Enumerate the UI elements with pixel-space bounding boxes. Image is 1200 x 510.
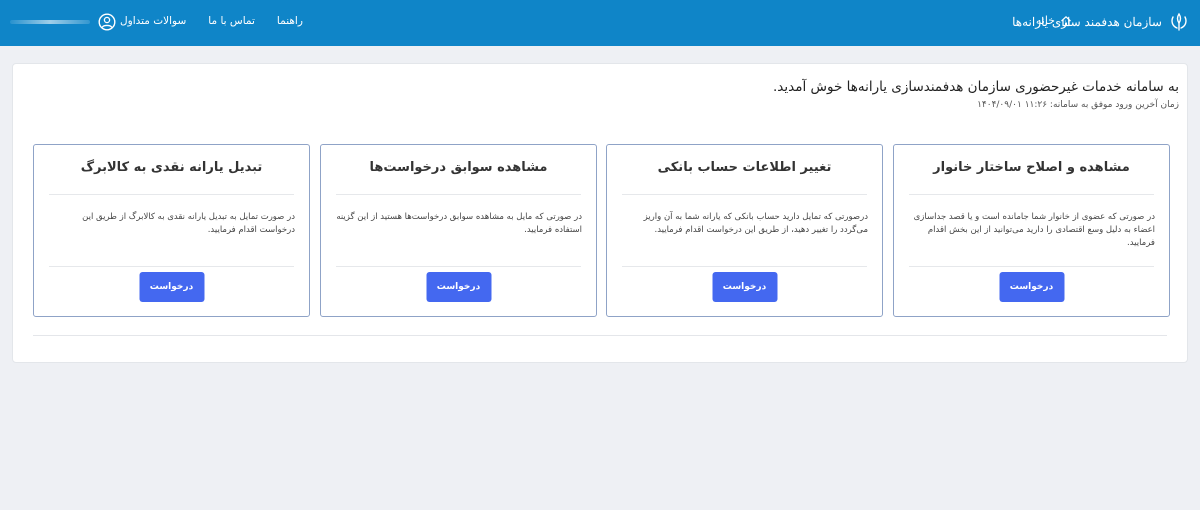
request-button-family-structure[interactable]: درخواست bbox=[999, 272, 1064, 302]
home-label: خانه bbox=[1035, 14, 1055, 27]
user-menu[interactable] bbox=[10, 13, 116, 31]
card-bank-account: تغییر اطلاعات حساب بانکی درصورتی که تمای… bbox=[606, 144, 883, 317]
card-title: مشاهده سوابق درخواست‌ها bbox=[369, 160, 548, 175]
top-navbar: سازمان هدفمند سازی یارانه‌ها خانه سوالات… bbox=[0, 0, 1200, 46]
card-divider bbox=[336, 266, 581, 267]
card-title: تغییر اطلاعات حساب بانکی bbox=[657, 160, 832, 175]
panel-divider bbox=[33, 335, 1167, 336]
card-title: تبدیل یارانه نقدی به کالابرگ bbox=[80, 160, 263, 175]
main-nav: سوالات متداول تماس با ما راهنما bbox=[120, 15, 303, 27]
request-button-request-history[interactable]: درخواست bbox=[426, 272, 491, 302]
nav-help[interactable]: راهنما bbox=[277, 15, 303, 27]
card-divider bbox=[336, 194, 581, 195]
card-divider bbox=[49, 266, 294, 267]
iran-emblem-icon bbox=[1171, 12, 1187, 31]
services-panel: به سامانه خدمات غیرحضوری سازمان هدفمندسا… bbox=[12, 63, 1188, 363]
card-voucher-conversion: تبدیل یارانه نقدی به کالابرگ در صورت تما… bbox=[33, 144, 310, 317]
nav-contact-us[interactable]: تماس با ما bbox=[208, 15, 255, 27]
card-description: درصورتی که تمایل دارید حساب بانکی که یار… bbox=[643, 212, 868, 235]
card-description: در صورت تمایل به تبدیل یارانه نقدی به کا… bbox=[82, 212, 295, 235]
card-divider bbox=[909, 266, 1154, 267]
welcome-message: به سامانه خدمات غیرحضوری سازمان هدفمندسا… bbox=[773, 79, 1179, 95]
home-icon bbox=[1061, 15, 1071, 26]
card-title: مشاهده و اصلاح ساختار خانوار bbox=[933, 160, 1130, 175]
card-description: در صورتی که مایل به مشاهده سوابق درخواست… bbox=[336, 212, 582, 235]
request-button-voucher-conversion[interactable]: درخواست bbox=[139, 272, 204, 302]
card-description: در صورتی که عضوی از خانوار شما جامانده ا… bbox=[913, 212, 1155, 248]
card-divider bbox=[909, 194, 1154, 195]
card-family-structure: مشاهده و اصلاح ساختار خانوار در صورتی که… bbox=[893, 144, 1170, 317]
home-link[interactable]: خانه bbox=[1036, 14, 1072, 27]
request-button-bank-account[interactable]: درخواست bbox=[712, 272, 777, 302]
logo-text: سازمان هدفمند سازی یارانه‌ها bbox=[1012, 15, 1162, 29]
card-divider bbox=[622, 194, 867, 195]
nav-faq[interactable]: سوالات متداول bbox=[120, 15, 186, 27]
card-request-history: مشاهده سوابق درخواست‌ها در صورتی که مایل… bbox=[320, 144, 597, 317]
user-name-blurred bbox=[10, 20, 90, 24]
card-divider bbox=[49, 194, 294, 195]
last-login-time: زمان آخرین ورود موفق به سامانه: ۱۱:۲۶ ۱۴… bbox=[977, 100, 1179, 110]
card-divider bbox=[622, 266, 867, 267]
user-avatar-icon bbox=[98, 13, 116, 31]
